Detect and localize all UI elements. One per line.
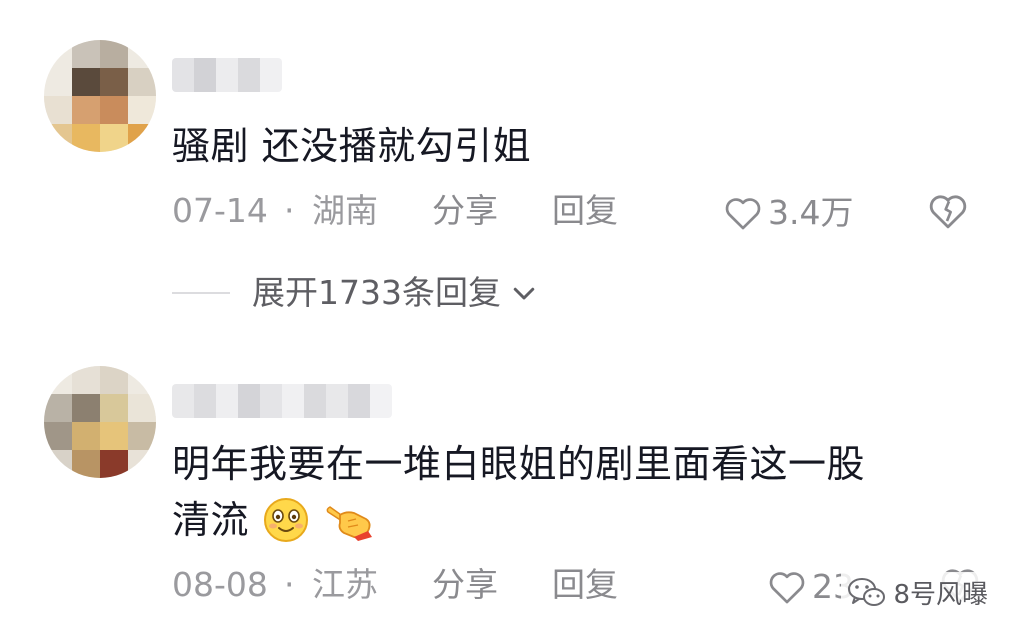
chevron-down-icon bbox=[513, 287, 535, 300]
comment-date: 08-08 bbox=[172, 565, 268, 604]
heart-outline-icon bbox=[769, 572, 805, 604]
expand-divider bbox=[172, 292, 230, 294]
share-button[interactable]: 分享 bbox=[432, 188, 498, 234]
expand-replies-button[interactable]: 展开1733条回复 bbox=[172, 268, 541, 318]
comment-text: 明年我要在一堆白眼姐的剧里面看这一股 清流 bbox=[172, 436, 865, 548]
comment-meta: 07-14 · 湖南 分享 回复 3.4万 bbox=[172, 188, 992, 234]
watermark: 8号风曝 bbox=[841, 572, 994, 613]
broken-heart-icon[interactable] bbox=[928, 192, 968, 230]
reply-button[interactable]: 回复 bbox=[552, 188, 618, 234]
pointing-hand-emoji bbox=[326, 505, 373, 541]
username-blurred[interactable] bbox=[172, 58, 282, 92]
heart-outline-icon bbox=[725, 198, 761, 230]
username-blurred[interactable] bbox=[172, 384, 392, 418]
wechat-icon bbox=[848, 577, 886, 606]
smiling-face-emoji bbox=[263, 497, 308, 542]
like-count: 3.4万 bbox=[768, 193, 854, 232]
reply-button[interactable]: 回复 bbox=[552, 562, 618, 608]
comment-text-line: 明年我要在一堆白眼姐的剧里面看这一股 bbox=[172, 442, 866, 486]
avatar[interactable] bbox=[44, 366, 156, 478]
comment-text-line-2: 清流 bbox=[172, 492, 865, 548]
like-button[interactable]: 3.4万 bbox=[724, 190, 853, 236]
comment-text-content: 骚剧 还没播就勾引姐 bbox=[172, 124, 532, 168]
comment-date: 07-14 bbox=[172, 191, 268, 230]
avatar[interactable] bbox=[44, 40, 156, 152]
comment-text: 骚剧 还没播就勾引姐 bbox=[172, 118, 531, 174]
comment-text-line: 清流 bbox=[172, 498, 250, 542]
meta-separator: · bbox=[284, 565, 295, 604]
meta-separator: · bbox=[284, 191, 295, 230]
comment-location: 江苏 bbox=[312, 565, 378, 604]
share-button[interactable]: 分享 bbox=[432, 562, 498, 608]
watermark-text: 8号风曝 bbox=[893, 580, 988, 610]
comment-section: 骚剧 还没播就勾引姐 07-14 · 湖南 分享 回复 3.4万 展开1733条… bbox=[0, 0, 1024, 635]
expand-replies-label: 展开1733条回复 bbox=[252, 273, 501, 312]
comment-location: 湖南 bbox=[312, 191, 378, 230]
